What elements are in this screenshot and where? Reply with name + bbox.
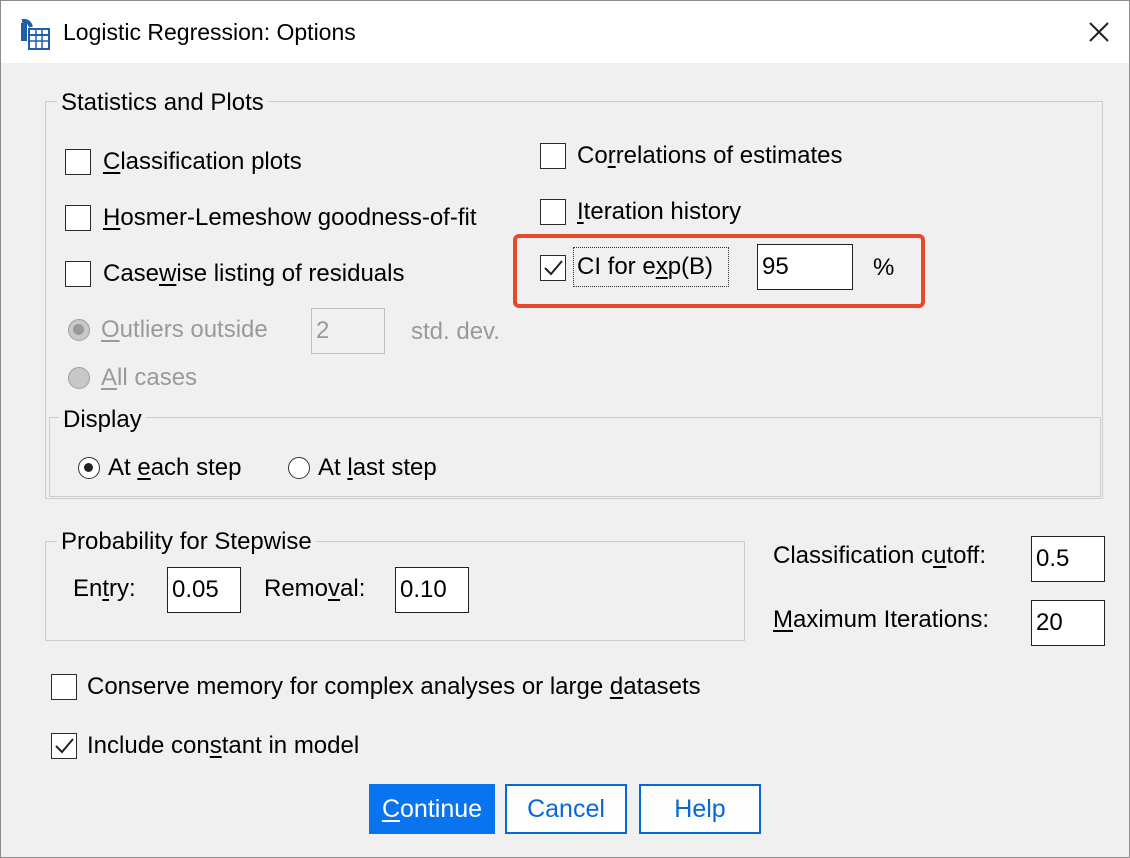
ci-highlight-box <box>513 234 925 308</box>
checkmark-icon <box>55 738 74 754</box>
at-each-step-radio[interactable] <box>78 457 100 479</box>
all-cases-radio[interactable] <box>68 367 90 389</box>
casewise-listing-checkbox[interactable] <box>65 261 91 287</box>
classification-plots-label: Classification plots <box>103 148 302 175</box>
stepwise-label: Probability for Stepwise <box>57 528 316 556</box>
window-title: Logistic Regression: Options <box>63 19 356 45</box>
options-dialog: Logistic Regression: Options Statistics … <box>0 0 1130 858</box>
outliers-outside-label: Outliers outside <box>101 316 268 343</box>
classification-cutoff-label: Classification cutoff: <box>773 542 987 569</box>
outliers-std-dev-field[interactable]: 2 <box>311 308 385 354</box>
entry-field[interactable]: 0.05 <box>167 567 241 613</box>
classification-cutoff-field[interactable]: 0.5 <box>1031 536 1105 582</box>
iteration-history-label: Iteration history <box>577 198 742 225</box>
at-last-step-label: At last step <box>318 454 437 481</box>
removal-field[interactable]: 0.10 <box>395 567 469 613</box>
maximum-iterations-field[interactable]: 20 <box>1031 600 1105 646</box>
correlations-label: Correlations of estimates <box>577 142 843 169</box>
hosmer-lemeshow-label: Hosmer-Lemeshow goodness-of-fit <box>103 204 477 231</box>
continue-button[interactable]: Continue <box>369 784 495 834</box>
display-label: Display <box>59 406 146 434</box>
help-button[interactable]: Help <box>639 784 761 834</box>
casewise-listing-label: Casewise listing of residuals <box>103 260 405 287</box>
statistics-and-plots-label: Statistics and Plots <box>57 89 268 117</box>
cancel-button[interactable]: Cancel <box>505 784 627 834</box>
conserve-memory-checkbox[interactable] <box>51 674 77 700</box>
all-cases-label: All cases <box>101 364 198 391</box>
hosmer-lemeshow-checkbox[interactable] <box>65 205 91 231</box>
conserve-memory-label: Conserve memory for complex analyses or … <box>87 673 701 700</box>
entry-label: Entry: <box>73 575 136 602</box>
classification-plots-checkbox[interactable] <box>65 149 91 175</box>
outliers-outside-radio[interactable] <box>68 319 90 341</box>
include-constant-label: Include constant in model <box>87 732 360 759</box>
iteration-history-checkbox[interactable] <box>540 199 566 225</box>
close-x-icon <box>1089 22 1109 42</box>
std-dev-label: std. dev. <box>411 318 500 345</box>
correlations-checkbox[interactable] <box>540 143 566 169</box>
at-each-step-label: At each step <box>108 454 242 481</box>
spss-app-icon <box>19 17 53 51</box>
at-last-step-radio[interactable] <box>288 457 310 479</box>
maximum-iterations-label: Maximum Iterations: <box>773 606 990 633</box>
title-bar: Logistic Regression: Options <box>1 1 1129 63</box>
removal-label: Removal: <box>264 575 366 602</box>
close-button[interactable] <box>1069 1 1129 63</box>
include-constant-checkbox[interactable] <box>51 733 77 759</box>
